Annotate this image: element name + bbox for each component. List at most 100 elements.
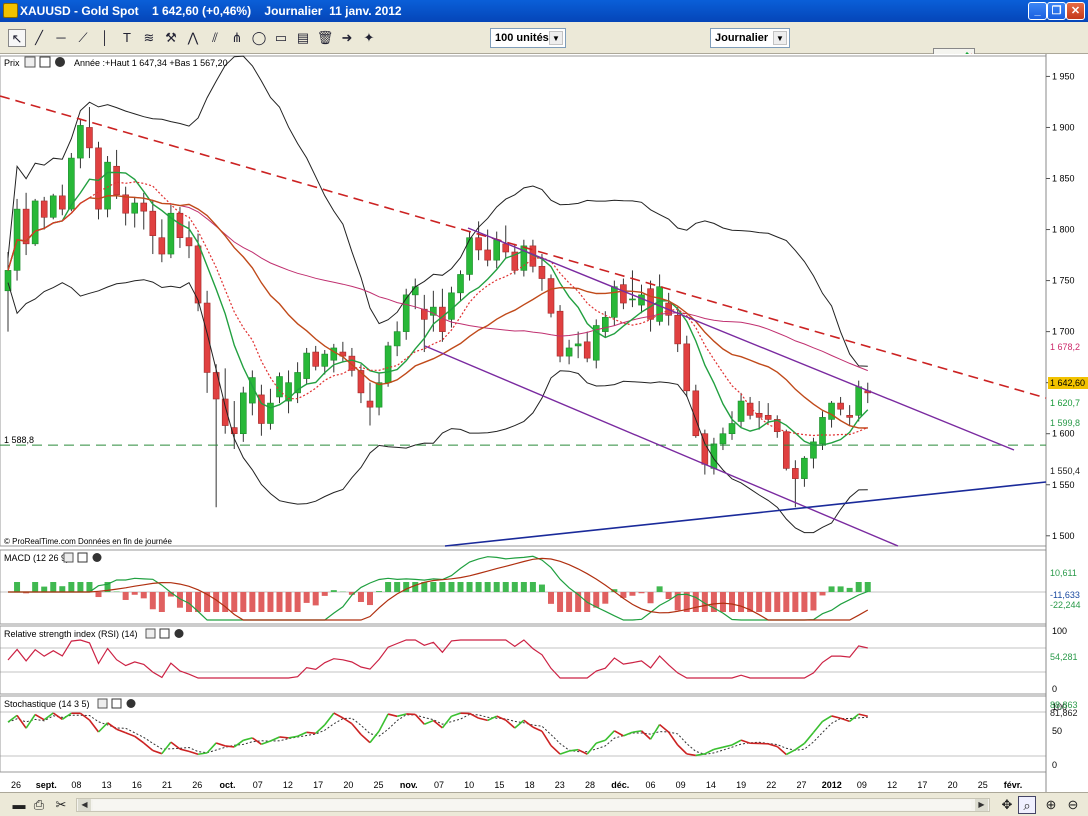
line-icon[interactable]: ╱ (30, 29, 48, 47)
zoom-in-icon[interactable]: ⊕ (1042, 796, 1060, 814)
price-badge: 1 678,2 (1050, 342, 1080, 352)
magic-icon[interactable]: ✦ (360, 29, 378, 47)
macd-histogram-bar (394, 582, 401, 592)
candle (475, 237, 482, 251)
candle (737, 400, 745, 422)
candle (40, 200, 48, 218)
macd-histogram-bar (158, 592, 165, 612)
rectangle-icon[interactable]: ▭ (272, 29, 290, 47)
text-icon[interactable]: T (118, 29, 136, 47)
fibonacci-icon[interactable]: ≋ (140, 29, 158, 47)
cursor-icon[interactable]: ↖ (8, 29, 26, 47)
macd-badge: -22,244 (1050, 600, 1081, 610)
x-axis-label: 20 (948, 780, 958, 790)
stoch-k-segment (279, 736, 289, 739)
macd-histogram-bar (50, 582, 57, 592)
candle (683, 343, 691, 392)
pan-icon[interactable]: ✥ (998, 796, 1016, 814)
close-icon (55, 57, 65, 67)
stoch-badge: 81,862 (1050, 708, 1078, 718)
candle (31, 200, 39, 245)
macd-histogram-bar (285, 592, 292, 612)
channel-icon[interactable]: ⫽ (206, 29, 224, 47)
candle (312, 351, 320, 367)
hline-icon[interactable]: ─ (52, 29, 70, 47)
candle (792, 468, 799, 479)
macd-histogram-bar (59, 586, 66, 592)
price-tick-label: 1 600 (1052, 429, 1075, 439)
macd-histogram-bar (828, 586, 835, 592)
scroll-right-icon[interactable]: ▶ (975, 799, 988, 811)
scrollbar-thumb[interactable] (93, 800, 971, 810)
macd-histogram-bar (294, 592, 301, 612)
window-icon (159, 628, 170, 639)
macd-histogram-bar (719, 592, 726, 612)
chart-svg[interactable]: 1 9501 9001 8501 8001 7501 7001 6501 600… (0, 54, 1088, 792)
macd-histogram-bar (32, 582, 39, 592)
macd-histogram-bar (249, 592, 256, 612)
candle (149, 210, 157, 236)
candle (393, 331, 401, 347)
candle (185, 237, 193, 247)
candle (303, 352, 310, 379)
units-dropdown[interactable]: 100 unités ▼ (490, 28, 566, 48)
ellipse-icon[interactable]: ◯ (250, 29, 268, 47)
candle (828, 402, 835, 420)
candle (611, 286, 618, 318)
maximize-button[interactable]: ❐ (1047, 2, 1066, 20)
candle (140, 202, 148, 212)
macd-histogram-bar (276, 592, 283, 612)
x-axis-label: 28 (585, 780, 595, 790)
chart-area[interactable]: 1 9501 9001 8501 8001 7501 7001 6501 600… (0, 54, 1088, 792)
tools-icon[interactable]: ⚒ (162, 29, 180, 47)
macd-histogram-bar (493, 582, 500, 592)
close-icon (126, 699, 136, 708)
cut-icon[interactable]: ✂ (52, 796, 70, 814)
timeframe-dropdown-value: Journalier (715, 32, 769, 44)
macd-histogram-bar (367, 592, 373, 606)
candle (728, 423, 736, 435)
chevron-down-icon: ▼ (549, 31, 563, 45)
macd-histogram-bar (638, 592, 645, 594)
price-badge: 1 620,7 (1050, 398, 1080, 408)
zoom-out-icon[interactable]: ⊖ (1064, 796, 1082, 814)
x-axis-label: 21 (162, 780, 172, 790)
macd-histogram-bar (412, 582, 419, 592)
macd-histogram-bar (448, 582, 455, 592)
macd-histogram-bar (837, 586, 844, 592)
app-icon (3, 3, 18, 18)
stoch-k-segment (306, 731, 316, 735)
close-button[interactable]: ✕ (1066, 2, 1085, 20)
macd-histogram-bar (457, 582, 464, 592)
save-icon[interactable]: ▬ (10, 796, 28, 814)
scroll-left-icon[interactable]: ◀ (78, 799, 91, 811)
trash-icon[interactable]: 🗑 (316, 29, 334, 47)
price-tick-label: 1 850 (1052, 174, 1075, 184)
x-axis-label: 12 (283, 780, 293, 790)
title-bar: XAUUSD - Gold Spot 1 642,60 (+0,46%) Jou… (0, 0, 1088, 22)
minimize-button[interactable]: _ (1028, 2, 1047, 20)
macd-histogram-bar (548, 592, 554, 604)
macd-histogram-bar (312, 592, 319, 606)
rsi-panel-title: Relative strength index (RSI) (14) (4, 629, 138, 639)
stoch-panel (0, 695, 1047, 773)
x-axis-label: 09 (676, 780, 686, 790)
zoom-area-icon[interactable]: ⌕ (1018, 796, 1036, 814)
highlight-icon[interactable]: ▤ (294, 29, 312, 47)
horizontal-scrollbar[interactable]: ◀ ▶ (76, 798, 990, 812)
arrow-icon[interactable]: ➜ (338, 29, 356, 47)
macd-histogram-bar (602, 592, 609, 604)
pitchfork-icon[interactable]: ⋔ (228, 29, 246, 47)
vline-icon[interactable]: │ (96, 29, 114, 47)
candle (49, 195, 57, 218)
trendline-icon[interactable]: ⟋ (74, 29, 92, 47)
zigzag-icon[interactable]: ⋀ (184, 29, 202, 47)
print-icon[interactable]: ⎙ (30, 796, 48, 814)
x-axis-label: févr. (1004, 780, 1023, 790)
timeframe-dropdown[interactable]: Journalier ▼ (710, 28, 790, 48)
macd-histogram-bar (385, 582, 392, 592)
candle (846, 415, 853, 418)
window-icon (111, 698, 122, 709)
support-hline-label: 1 588,8 (4, 435, 34, 445)
macd-histogram-bar (231, 592, 238, 612)
